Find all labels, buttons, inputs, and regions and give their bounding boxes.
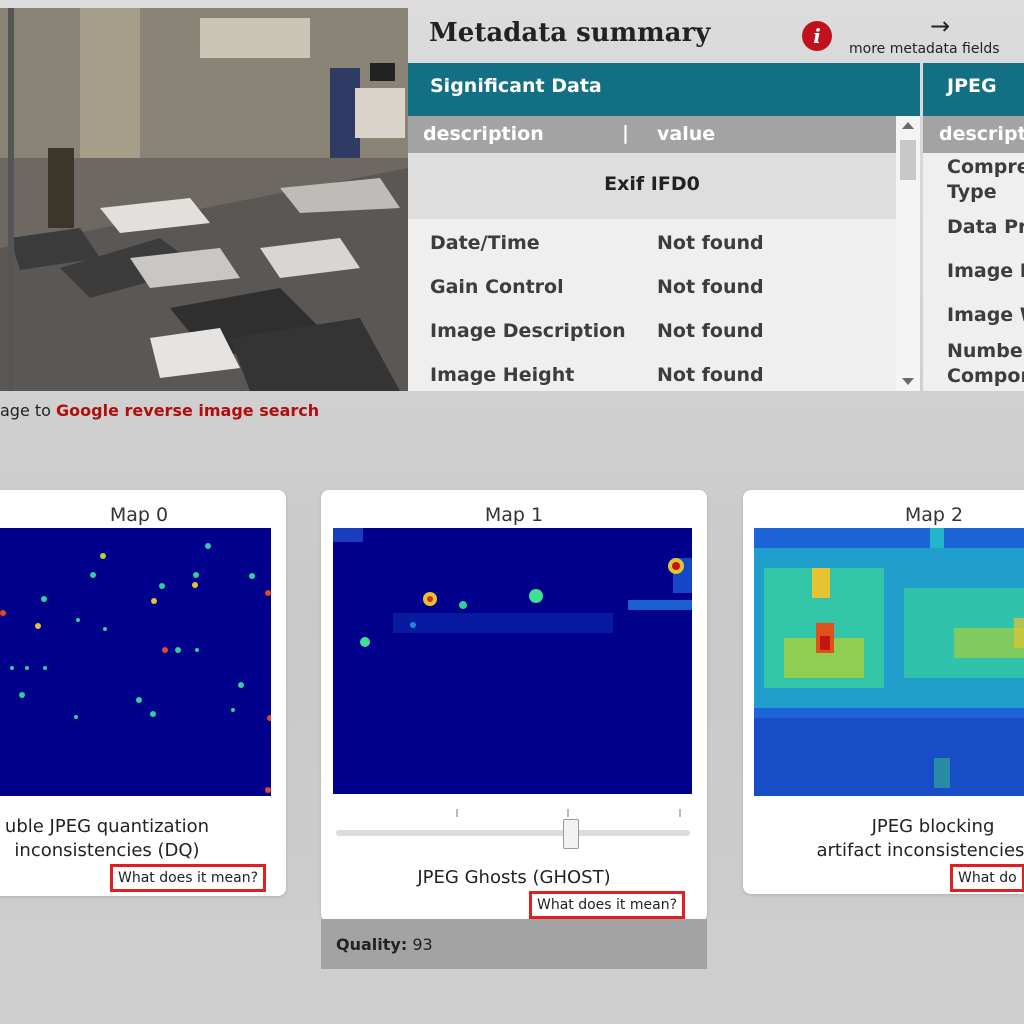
row-description: Date/Time [430,232,540,254]
map-card-2: Map 2 JPEG blocking artifact inconsistenc… [743,490,1024,894]
slider-tick [456,809,458,817]
table-row: Image Height Not found [408,353,896,391]
more-metadata-fields-link[interactable]: more metadata fields [849,41,1000,57]
caption-line: inconsistencies (DQ) [14,840,200,861]
caption-line: JPEG blocking [871,816,995,837]
column-header-row: description | value [408,116,896,153]
jpeg-title: JPEG [947,75,997,97]
caption-line: artifact inconsistencies (B [816,840,1024,861]
source-image [0,8,408,391]
map-title: Map 1 [484,504,544,526]
quality-label: Quality: [336,935,408,954]
quality-slider-thumb[interactable] [562,819,579,849]
scroll-up-arrow-icon[interactable] [902,122,914,129]
arrow-right-icon[interactable]: → [930,12,950,40]
column-separator: | [622,122,629,144]
map-caption: JPEG Ghosts (GHOST) [417,867,611,888]
vertical-scrollbar[interactable] [896,116,920,391]
map-title: Map 2 [904,504,964,526]
quality-slider-track[interactable] [336,830,690,836]
caption-line: uble JPEG quantization [4,816,210,837]
jpeg-header: JPEG [923,63,1024,116]
heatmap-blocking[interactable] [754,528,1024,796]
reverse-search-line: age to Google reverse image search [0,401,319,420]
jpeg-row-description: Compor [947,365,1024,387]
heatmap-dq[interactable] [0,528,271,796]
what-does-it-mean-button[interactable]: What do [950,864,1024,892]
column-description[interactable]: description [423,123,544,145]
row-description: Gain Control [430,276,564,298]
heatmap-ghost[interactable] [333,528,692,794]
row-description: Image Height [430,364,575,386]
what-does-it-mean-button[interactable]: What does it mean? [529,891,686,919]
what-does-it-mean-button[interactable]: What does it mean? [110,864,267,892]
scroll-thumb[interactable] [900,140,916,180]
table-row: Date/Time Not found [408,221,896,265]
google-reverse-search-link[interactable]: Google reverse image search [56,401,319,420]
quality-footer: Quality: 93 [321,919,707,969]
jpeg-column-header-row: descript [923,116,1024,153]
row-description: Image Description [430,320,626,342]
jpeg-row-description: Type [947,181,997,203]
row-value: Not found [657,276,764,298]
slider-tick [567,809,569,817]
group-label: Exif IFD0 [604,173,700,195]
map-title: Map 0 [109,504,169,526]
jpeg-data-panel: JPEG descript Compre Type Data Pr Image … [923,63,1024,391]
jpeg-column-description[interactable]: descript [939,123,1024,145]
significant-data-panel: Significant Data description | value Exi… [408,63,920,391]
column-value[interactable]: value [657,123,715,145]
map-card-1: Map 1 JPEG Ghosts (GHOST) What does it m… [321,490,707,922]
map-caption: uble JPEG quantization inconsistencies (D… [0,815,222,863]
row-value: Not found [657,364,764,386]
quality-readout: Quality: 93 [336,935,433,954]
jpeg-row-description: Data Pr [947,216,1024,238]
scroll-down-arrow-icon[interactable] [902,378,914,385]
jpeg-row-description: Image W [947,304,1024,326]
jpeg-row-description: Number [947,340,1024,362]
jpeg-row-description: Compre [947,156,1024,178]
significant-data-header: Significant Data [408,63,920,116]
quality-value: 93 [412,935,433,954]
significant-data-title: Significant Data [430,75,602,97]
info-icon[interactable]: i [802,21,832,51]
table-row: Gain Control Not found [408,265,896,309]
slider-tick [679,809,681,817]
map-card-0: Map 0 uble JPEG quantization inconsistenc… [0,490,286,896]
row-value: Not found [657,232,764,254]
table-row: Image Description Not found [408,309,896,353]
metadata-title: Metadata summary [429,18,711,48]
row-value: Not found [657,320,764,342]
jpeg-row-description: Image H [947,260,1024,282]
group-header-exif-ifd0: Exif IFD0 [408,153,896,219]
reverse-search-prefix: age to [0,401,57,420]
map-caption: JPEG blocking artifact inconsistencies (B [783,815,1024,863]
